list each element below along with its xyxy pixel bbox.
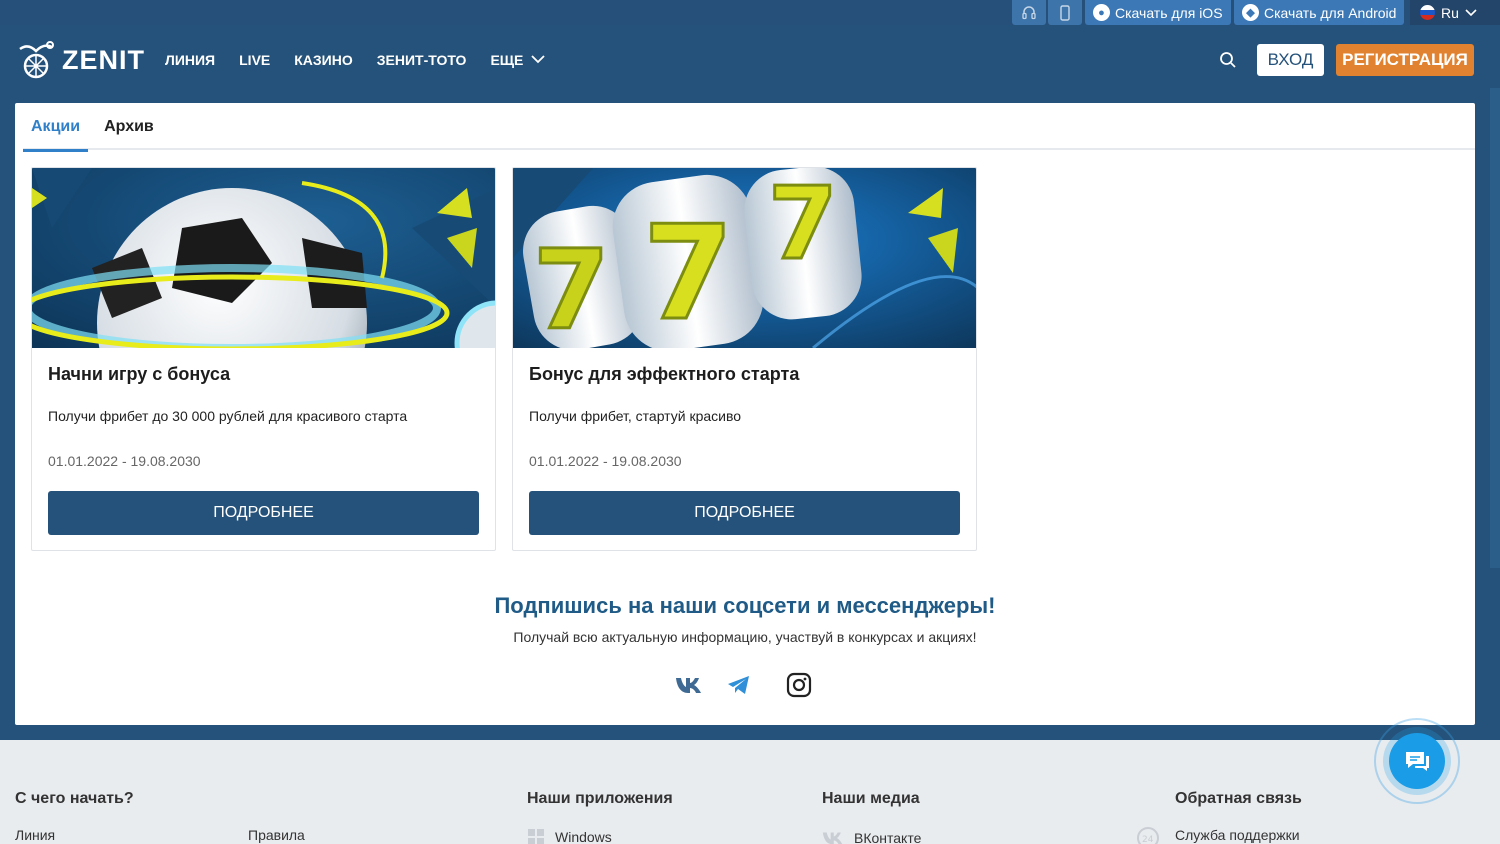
search-icon[interactable] [1219,51,1237,69]
footer-heading-apps: Наши приложения [527,790,673,807]
download-android-label: Скачать для Android [1264,4,1397,21]
promo-details-button[interactable]: ПОДРОБНЕЕ [48,491,479,535]
support-button[interactable] [1012,0,1046,25]
footer-link-vk[interactable]: ВКонтакте [822,830,921,844]
vk-icon [822,832,843,844]
promo-tabs: Акции Архив [23,103,1475,152]
chat-button[interactable] [1389,733,1445,789]
nav-zenit-toto[interactable]: ЗЕНИТ-ТОТО [377,52,467,68]
tab-promotions[interactable]: Акции [23,103,89,152]
vk-icon[interactable] [675,671,703,699]
promotions-panel: Акции Архив Начни игру с бонуса Получи ф… [15,103,1475,725]
svg-text:7: 7 [533,226,610,348]
chevron-down-icon [1465,8,1477,16]
windows-icon [528,829,544,844]
chevron-down-icon [531,55,546,64]
promo-dates: 01.01.2022 - 19.08.2030 [529,453,682,469]
chat-icon [1406,752,1429,771]
promo-title: Бонус для эффектного старта [529,364,800,384]
promo-title: Начни игру с бонуса [48,364,231,384]
nav-casino[interactable]: КАЗИНО [294,52,353,68]
footer-link-rules[interactable]: Правила [248,827,305,843]
nav-more-label: ЕЩЕ [490,51,524,68]
register-button[interactable]: РЕГИСТРАЦИЯ [1336,44,1474,76]
promo-image-football [32,168,495,348]
footer-heading-feedback: Обратная связь [1175,790,1302,807]
footer-link-line[interactable]: Линия [15,827,55,843]
apple-icon: ● [1093,4,1110,21]
social-title: Подпишись на наши соцсети и мессенджеры! [494,593,996,618]
promo-description: Получи фрибет до 30 000 рублей для краси… [48,408,408,424]
footer-link-windows[interactable]: Windows [527,828,612,844]
telegram-icon[interactable] [725,671,753,699]
download-android-button[interactable]: ◆ Скачать для Android [1234,0,1405,25]
chat-widget[interactable] [1374,718,1460,804]
download-ios-button[interactable]: ● Скачать для iOS [1085,0,1231,25]
promo-card: 7 7 7 Бонус для эффектного старта Получи… [512,167,977,551]
footer-heading-start: С чего начать? [15,790,134,807]
logo-text: ZENIT [62,44,145,75]
footer-link-windows-label: Windows [555,829,612,844]
footer: С чего начать? Линия Правила Наши прилож… [0,740,1500,844]
nav-more[interactable]: ЕЩЕ [490,51,546,68]
top-strip: ● Скачать для iOS ◆ Скачать для Android … [0,0,1500,25]
russia-flag-icon [1420,5,1435,20]
promo-dates: 01.01.2022 - 19.08.2030 [48,453,201,469]
language-selector[interactable]: Ru [1410,0,1500,25]
instagram-icon[interactable] [785,671,813,699]
promo-card: Начни игру с бонуса Получи фрибет до 30 … [31,167,496,551]
mobile-button[interactable] [1048,0,1082,25]
tab-archive[interactable]: Архив [96,103,162,150]
android-icon: ◆ [1242,4,1259,21]
phone-icon [1060,4,1070,21]
download-ios-label: Скачать для iOS [1115,4,1223,21]
svg-text:7: 7 [768,168,838,282]
scrollbar[interactable] [1490,88,1500,568]
footer-heading-media: Наши медиа [822,790,920,807]
svg-text:7: 7 [643,197,733,348]
nav-live[interactable]: LIVE [239,52,270,68]
headset-icon [1022,5,1036,19]
svg-text:24: 24 [1142,835,1154,844]
social-links [675,671,813,699]
header: ZENIT ЛИНИЯ LIVE КАЗИНО ЗЕНИТ-ТОТО ЕЩЕ В… [0,31,1500,88]
support-24-icon: 24 [1137,827,1159,844]
promo-description: Получи фрибет, стартуй красиво [529,408,742,424]
language-label: Ru [1441,4,1459,21]
login-button[interactable]: ВХОД [1257,44,1324,76]
promo-details-button[interactable]: ПОДРОБНЕЕ [529,491,960,535]
main-nav: ЛИНИЯ LIVE КАЗИНО ЗЕНИТ-ТОТО ЕЩЕ [165,31,546,88]
promo-image-slots: 7 7 7 [513,168,976,348]
social-subtitle: Получай всю актуальную информацию, участ… [513,629,977,645]
nav-line[interactable]: ЛИНИЯ [165,52,215,68]
zenit-logo-icon [19,41,54,79]
logo[interactable]: ZENIT [16,39,145,81]
footer-link-support[interactable]: Служба поддержки [1175,827,1300,843]
footer-link-vk-label: ВКонтакте [854,830,922,844]
